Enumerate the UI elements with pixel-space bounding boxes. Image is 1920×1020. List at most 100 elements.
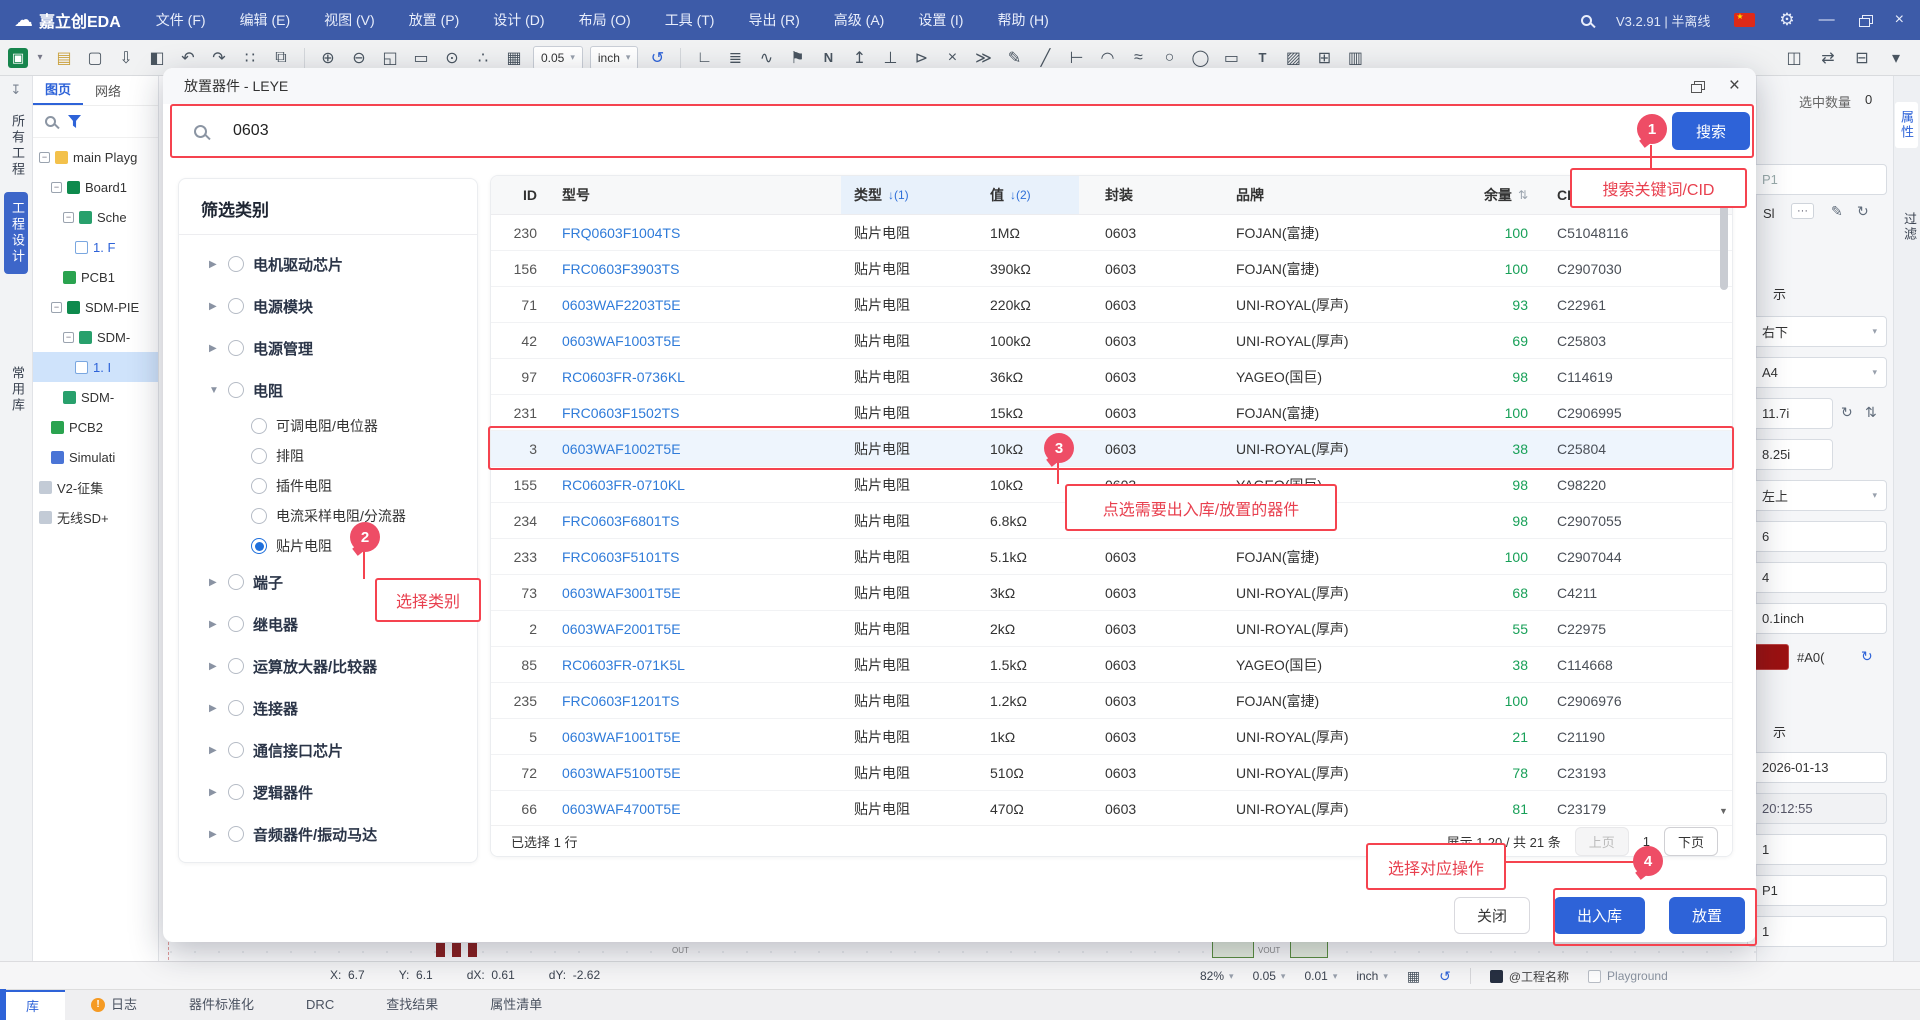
expand-arrow-icon[interactable] — [209, 745, 219, 756]
collapse-toggle-icon[interactable]: − — [63, 212, 74, 223]
search-button[interactable]: 搜索 — [1672, 112, 1750, 150]
page-size-select[interactable]: A4▾ — [1747, 357, 1887, 388]
arc-icon[interactable]: ◠ — [1095, 46, 1119, 70]
refresh-icon[interactable]: ↻ — [1857, 203, 1869, 220]
canvas-undo-icon[interactable]: ↺ — [1439, 968, 1451, 985]
table-row[interactable]: 156 FRC0603F3903TS 贴片电阻 390kΩ 0603 FOJAN… — [491, 251, 1732, 287]
col-mpn[interactable]: 型号 — [551, 176, 841, 214]
tree-item[interactable]: − SDM- — [33, 382, 158, 412]
image-icon[interactable]: ▨ — [1281, 46, 1305, 70]
stock-in-out-button[interactable]: 出入库 — [1554, 897, 1645, 934]
filter-category[interactable]: 可调电阻/电位器 — [179, 411, 477, 441]
position-select[interactable]: 右下▾ — [1747, 316, 1887, 347]
mode-caret-icon[interactable]: ▾ — [35, 46, 45, 70]
expand-arrow-icon[interactable] — [209, 703, 219, 714]
table-row[interactable]: 3 0603WAF1002T5E 贴片电阻 10kΩ 0603 UNI-ROYA… — [491, 431, 1732, 467]
restore-button[interactable] — [1859, 15, 1871, 26]
undo-route-icon[interactable]: ↺ — [645, 46, 669, 70]
right-rail-tab[interactable]: 属性 — [1895, 102, 1918, 148]
left-rail-tab[interactable]: 工程设计 — [4, 192, 28, 274]
filter-funnel-icon[interactable] — [68, 115, 81, 128]
filter-category[interactable]: 电机驱动芯片 — [179, 243, 477, 285]
table-row[interactable]: 2 0603WAF2001T5E 贴片电阻 2kΩ 0603 UNI-ROYAL… — [491, 611, 1732, 647]
close-dialog-button[interactable]: 关闭 — [1454, 897, 1530, 934]
menu-item[interactable]: 导出 (R) — [731, 10, 816, 30]
tree-item[interactable]: − Simulati — [33, 442, 158, 472]
radio-icon[interactable] — [228, 616, 244, 632]
grid-toggle-icon[interactable]: ▦ — [1407, 968, 1420, 985]
expand-arrow-icon[interactable] — [209, 577, 219, 588]
radio-icon[interactable] — [228, 784, 244, 800]
origin-select[interactable]: 左上▾ — [1747, 480, 1887, 511]
filter-category[interactable]: 排阻 — [179, 441, 477, 471]
grid-select[interactable]: 0.05▾ — [1253, 969, 1286, 983]
next-page-button[interactable]: 下页 — [1664, 827, 1718, 856]
table-row[interactable]: 231 FRC0603F1502TS 贴片电阻 15kΩ 0603 FOJAN(… — [491, 395, 1732, 431]
cell-mpn-link[interactable]: 0603WAF1001T5E — [551, 719, 841, 754]
tree-item[interactable]: − main Playg — [33, 142, 158, 172]
field-fragment[interactable]: 1 — [1747, 834, 1887, 865]
page-field[interactable]: P1 — [1747, 164, 1887, 195]
menu-item[interactable]: 帮助 (H) — [980, 10, 1065, 30]
cell-mpn-link[interactable]: FRQ0603F1004TS — [551, 215, 841, 250]
sheet-icon[interactable]: ▥ — [1343, 46, 1367, 70]
unit-select-status[interactable]: inch▾ — [1356, 969, 1388, 983]
ellipse-icon[interactable]: ◯ — [1188, 46, 1212, 70]
tree-search-icon[interactable] — [45, 116, 56, 127]
time-field[interactable]: 20:12:55 — [1747, 793, 1887, 824]
radio-icon[interactable] — [228, 742, 244, 758]
expand-arrow-icon[interactable] — [209, 301, 219, 312]
expand-arrow-icon[interactable] — [209, 259, 219, 270]
align-grid-icon[interactable]: ∷ — [238, 46, 262, 70]
cell-mpn-link[interactable]: 0603WAF3001T5E — [551, 575, 841, 610]
radio-icon[interactable] — [228, 826, 244, 842]
cell-mpn-link[interactable]: 0603WAF4700T5E — [551, 791, 841, 826]
pin-icon[interactable]: ↧ — [0, 82, 32, 98]
component-search-bar[interactable]: 0603 搜索 — [170, 104, 1749, 158]
scrollbar-thumb[interactable] — [1720, 204, 1728, 290]
radio-icon[interactable] — [228, 340, 244, 356]
radio-icon[interactable] — [251, 478, 267, 494]
radio-icon[interactable] — [228, 256, 244, 272]
separator[interactable] — [304, 48, 305, 68]
table-row[interactable]: 66 0603WAF4700T5E 贴片电阻 470Ω 0603 UNI-ROY… — [491, 791, 1732, 827]
import-icon[interactable]: ⇩ — [114, 46, 138, 70]
expand-arrow-icon[interactable] — [209, 787, 219, 798]
undo-icon[interactable]: ↶ — [176, 46, 200, 70]
bottom-tab[interactable]: 属性清单 — [464, 990, 568, 1020]
radio-icon[interactable] — [228, 700, 244, 716]
rotate-icon[interactable]: ↻ — [1841, 404, 1853, 421]
diode-icon[interactable]: ⊳ — [909, 46, 933, 70]
net-label-icon[interactable]: N — [816, 46, 840, 70]
tree-item[interactable]: − Board1 — [33, 172, 158, 202]
table-row[interactable]: 155 RC0603FR-0710KL 贴片电阻 10kΩ 0603 YAGEO… — [491, 467, 1732, 503]
new-document-icon[interactable]: ▢ — [83, 46, 107, 70]
cell-mpn-link[interactable]: 0603WAF2203T5E — [551, 287, 841, 322]
cell-mpn-link[interactable]: RC0603FR-0736KL — [551, 359, 841, 394]
filter-category[interactable]: 电源管理 — [179, 327, 477, 369]
filter-category[interactable]: 电流采样电阻/分流器 — [179, 501, 477, 531]
expand-arrow-icon[interactable] — [209, 661, 219, 672]
edit-pencil-icon[interactable]: ✎ — [1831, 203, 1843, 220]
cell-mpn-link[interactable]: FRC0603F5101TS — [551, 539, 841, 574]
bezier-icon[interactable]: ≈ — [1126, 46, 1150, 70]
scroll-up-icon[interactable]: ▲ — [1719, 182, 1728, 192]
bottom-tab[interactable]: 库 — [0, 990, 65, 1020]
filter-category[interactable]: 电阻 — [179, 369, 477, 411]
columns-field[interactable]: 6 — [1747, 521, 1887, 552]
collapse-toggle-icon[interactable]: − — [63, 332, 74, 343]
rect-icon[interactable]: ▭ — [1219, 46, 1243, 70]
tree-item[interactable]: − 1. I — [33, 352, 158, 382]
menu-item[interactable]: 工具 (T) — [648, 10, 732, 30]
color-refresh-icon[interactable]: ↻ — [1861, 648, 1873, 665]
snap-select[interactable]: 0.01▾ — [1304, 969, 1337, 983]
col-package[interactable]: 封装 — [1079, 176, 1181, 214]
zoom-out-icon[interactable]: ⊖ — [347, 46, 371, 70]
filter-category[interactable]: 插件电阻 — [179, 471, 477, 501]
table-row[interactable]: 71 0603WAF2203T5E 贴片电阻 220kΩ 0603 UNI-RO… — [491, 287, 1732, 323]
col-cid[interactable]: CID — [1536, 176, 1733, 214]
table-row[interactable]: 233 FRC0603F5101TS 贴片电阻 5.1kΩ 0603 FOJAN… — [491, 539, 1732, 575]
filter-category[interactable]: 继电器 — [179, 603, 477, 645]
bus-entry-icon[interactable]: ≫ — [971, 46, 995, 70]
left-rail-tab[interactable]: 所有工程 — [5, 114, 27, 178]
